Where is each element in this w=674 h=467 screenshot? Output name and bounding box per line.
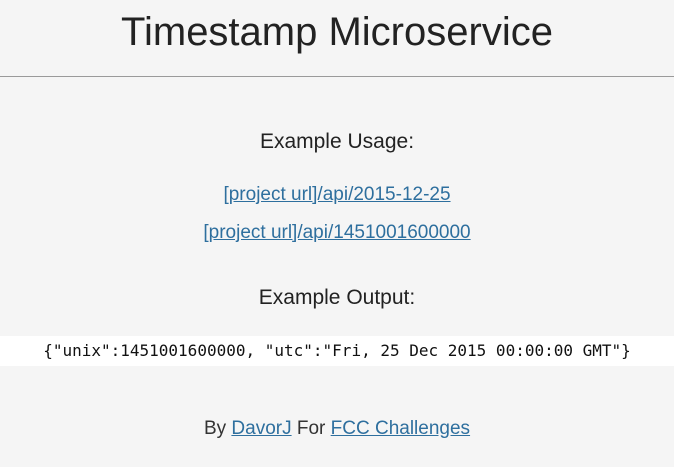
footer-by-text: By bbox=[203, 418, 227, 439]
example-link-date[interactable]: [project url]/api/2015-12-25 bbox=[223, 184, 450, 205]
author-link[interactable]: DavorJ bbox=[231, 418, 291, 439]
footer-credit: By DavorJ For FCC Challenges bbox=[0, 417, 674, 441]
example-output-heading: Example Output: bbox=[258, 286, 416, 309]
page-header: Timestamp Microservice bbox=[0, 0, 674, 77]
example-link-row-unix: [project url]/api/1451001600000 bbox=[0, 221, 674, 245]
example-usage-heading: Example Usage: bbox=[259, 130, 415, 153]
fcc-challenges-link[interactable]: FCC Challenges bbox=[331, 418, 470, 439]
example-output-code: {"unix":1451001600000, "utc":"Fri, 25 De… bbox=[0, 336, 674, 366]
page-title: Timestamp Microservice bbox=[121, 10, 553, 54]
example-link-unix[interactable]: [project url]/api/1451001600000 bbox=[203, 222, 470, 243]
footer-for-text: For bbox=[296, 418, 326, 439]
example-link-row-date: [project url]/api/2015-12-25 bbox=[0, 183, 674, 207]
